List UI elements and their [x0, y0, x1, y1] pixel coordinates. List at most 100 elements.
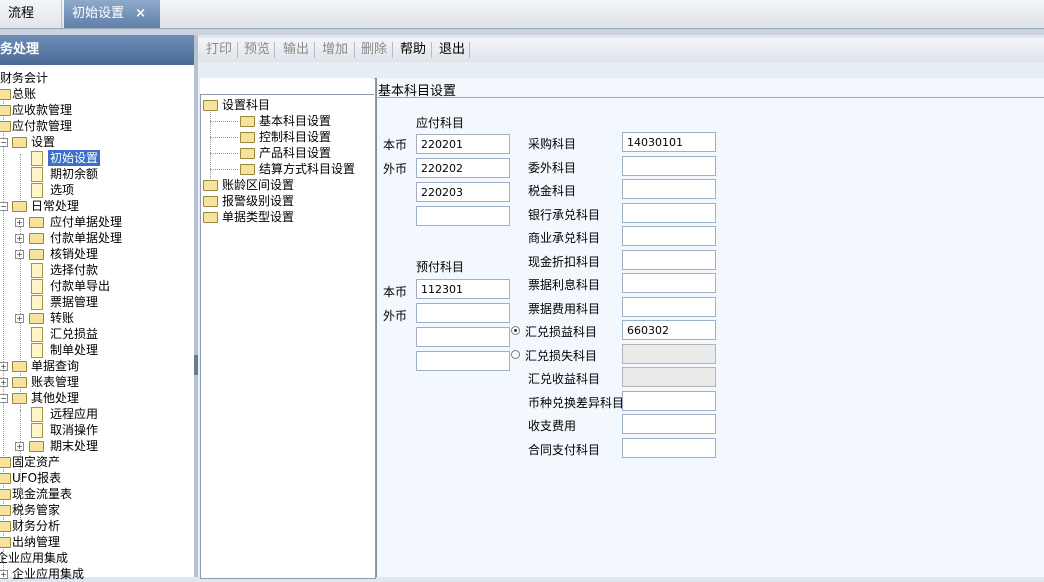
- toolbar-separator: [237, 42, 238, 58]
- folder-icon: [203, 180, 218, 191]
- tree-line: [20, 154, 21, 202]
- folder-icon: [203, 212, 218, 223]
- prepaid-heading: 预付科目: [416, 260, 465, 274]
- exchange-gain-label: 汇兑收益科目: [528, 372, 601, 386]
- cash-discount-label: 现金折扣科目: [528, 255, 601, 269]
- navigation-panel: 务处理 财务会计 总账 应收款管理 应付款管理 − 设置 初始设置 期初余额 选项…: [0, 35, 195, 581]
- commercial-acceptance-input[interactable]: [622, 226, 716, 246]
- prepaid-foreign-input-1[interactable]: [416, 303, 510, 323]
- print-button[interactable]: 打印: [202, 40, 236, 60]
- folder-icon: [0, 89, 11, 100]
- close-icon[interactable]: ×: [135, 0, 146, 28]
- currency-exchange-diff-label: 币种兑换差异科目: [528, 396, 625, 410]
- tab-initial-settings[interactable]: 初始设置 ×: [64, 0, 160, 28]
- folder-open-icon: [0, 121, 11, 132]
- currency-exchange-diff-input[interactable]: [622, 391, 716, 411]
- collapse-icon[interactable]: −: [0, 138, 8, 147]
- title-divider: [376, 97, 1044, 98]
- payable-local-label: 本币: [383, 138, 408, 152]
- folder-icon: [12, 377, 27, 388]
- expand-icon[interactable]: +: [0, 362, 8, 371]
- purchase-subject-input[interactable]: [622, 132, 716, 152]
- panel-header: 务处理: [0, 35, 194, 65]
- exchange-gain-loss-radio[interactable]: [511, 326, 520, 335]
- tax-subject-label: 税金科目: [528, 184, 577, 198]
- export-button[interactable]: 输出: [279, 40, 313, 60]
- exit-button[interactable]: 退出: [435, 40, 469, 60]
- note-interest-input[interactable]: [622, 273, 716, 293]
- folder-icon: [29, 249, 44, 260]
- exchange-loss-label: 汇兑损失科目: [525, 349, 598, 363]
- folder-icon: [29, 233, 44, 244]
- folder-icon: [29, 313, 44, 324]
- prepaid-foreign-input-2[interactable]: [416, 327, 510, 347]
- exchange-gain-loss-label: 汇兑损益科目: [525, 325, 598, 339]
- folder-icon: [240, 164, 255, 175]
- folder-icon: [0, 105, 11, 116]
- add-button[interactable]: 增加: [318, 40, 352, 60]
- preview-button[interactable]: 预览: [240, 40, 274, 60]
- payable-local-input[interactable]: [416, 134, 510, 154]
- expand-icon[interactable]: +: [15, 250, 24, 259]
- document-icon: [31, 263, 43, 278]
- prepaid-local-input[interactable]: [416, 279, 510, 299]
- contract-payment-input[interactable]: [622, 438, 716, 458]
- note-interest-label: 票据利息科目: [528, 278, 601, 292]
- folder-open-icon: [203, 100, 218, 111]
- help-button[interactable]: 帮助: [396, 40, 430, 60]
- outsourcing-subject-input[interactable]: [622, 156, 716, 176]
- cash-discount-input[interactable]: [622, 250, 716, 270]
- exchange-gain-loss-input[interactable]: [622, 320, 716, 340]
- expand-icon[interactable]: +: [15, 218, 24, 227]
- folder-icon: [203, 196, 218, 207]
- bank-acceptance-input[interactable]: [622, 203, 716, 223]
- collapse-icon[interactable]: −: [0, 394, 8, 403]
- payable-foreign-input-2[interactable]: [416, 182, 510, 202]
- note-fee-label: 票据费用科目: [528, 302, 601, 316]
- tab-label: 初始设置: [72, 6, 125, 21]
- document-icon: [31, 279, 43, 294]
- document-icon: [31, 423, 43, 438]
- payable-foreign-label: 外币: [383, 162, 408, 176]
- prepaid-foreign-input-3[interactable]: [416, 351, 510, 371]
- prepaid-foreign-label: 外币: [383, 309, 408, 323]
- tab-flow[interactable]: 流程: [0, 0, 62, 28]
- document-icon: [31, 327, 43, 342]
- tree-line: [210, 121, 238, 122]
- tree-line: [210, 153, 238, 154]
- note-fee-input[interactable]: [622, 297, 716, 317]
- folder-icon: [12, 361, 27, 372]
- toolbar-separator: [469, 42, 470, 58]
- folder-icon: [0, 505, 11, 516]
- tax-subject-input[interactable]: [622, 179, 716, 199]
- payable-foreign-input-3[interactable]: [416, 206, 510, 226]
- folder-open-icon: [240, 116, 255, 127]
- folder-icon: [0, 489, 11, 500]
- income-expense-input[interactable]: [622, 414, 716, 434]
- folder-icon: [29, 441, 44, 452]
- payable-foreign-input-1[interactable]: [416, 158, 510, 178]
- folder-icon: [0, 457, 11, 468]
- toolbar-separator: [431, 42, 432, 58]
- exchange-loss-radio[interactable]: [511, 350, 520, 359]
- collapse-icon[interactable]: −: [0, 202, 8, 211]
- toolbar-separator: [314, 42, 315, 58]
- exchange-loss-input[interactable]: [622, 344, 716, 364]
- delete-button[interactable]: 删除: [357, 40, 391, 60]
- folder-icon: [29, 217, 44, 228]
- expand-icon[interactable]: +: [0, 378, 8, 387]
- toolbar-separator: [392, 42, 393, 58]
- expand-icon[interactable]: +: [15, 314, 24, 323]
- expand-icon[interactable]: +: [15, 234, 24, 243]
- bank-acceptance-label: 银行承兑科目: [528, 208, 601, 222]
- payable-heading: 应付科目: [416, 116, 465, 130]
- tab-bar: 流程 初始设置 ×: [0, 0, 1044, 29]
- folder-open-icon: [12, 201, 27, 212]
- document-icon: [31, 295, 43, 310]
- toolbar: 打印 预览 输出 增加 删除 帮助 退出: [198, 38, 1044, 63]
- exchange-gain-input[interactable]: [622, 367, 716, 387]
- folder-icon: [0, 521, 11, 532]
- purchase-subject-label: 采购科目: [528, 137, 577, 151]
- expand-icon[interactable]: +: [0, 570, 8, 579]
- expand-icon[interactable]: +: [15, 442, 24, 451]
